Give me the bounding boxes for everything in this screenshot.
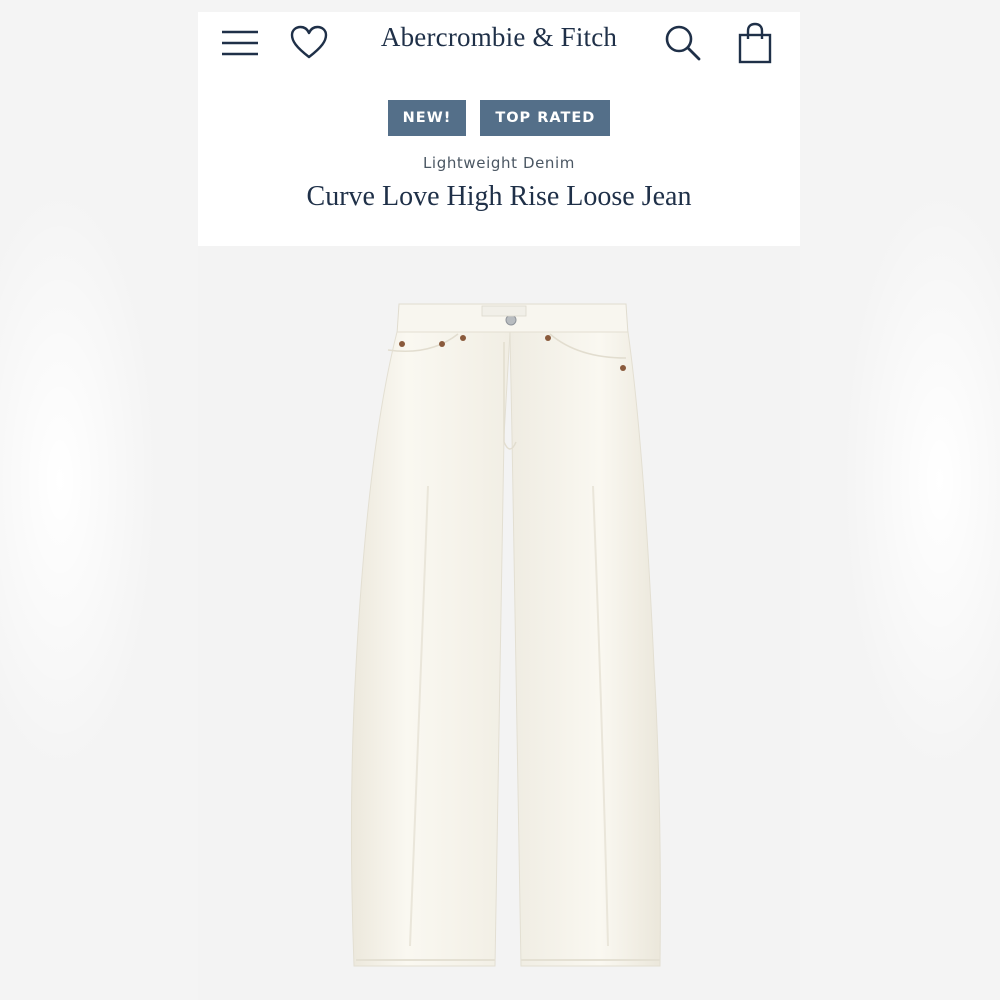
product-badges: NEW! TOP RATED: [198, 100, 800, 136]
app-screen: Abercrombie & Fitch NEW! TOP RATED Light…: [198, 12, 800, 1000]
menu-icon[interactable]: [220, 28, 260, 58]
brand-logo[interactable]: Abercrombie & Fitch: [348, 22, 650, 53]
badge-top-rated: TOP RATED: [480, 100, 611, 136]
badge-new: NEW!: [387, 100, 467, 136]
product-title: Curve Love High Rise Loose Jean: [306, 181, 692, 212]
search-icon[interactable]: [664, 24, 702, 62]
heart-icon[interactable]: [290, 25, 328, 61]
product-image[interactable]: [198, 246, 800, 1000]
top-navigation-bar: Abercrombie & Fitch: [198, 12, 800, 74]
shopping-bag-icon[interactable]: [737, 22, 773, 64]
jeans-product-photo: [350, 303, 661, 967]
product-category: Lightweight Denim: [422, 154, 576, 172]
